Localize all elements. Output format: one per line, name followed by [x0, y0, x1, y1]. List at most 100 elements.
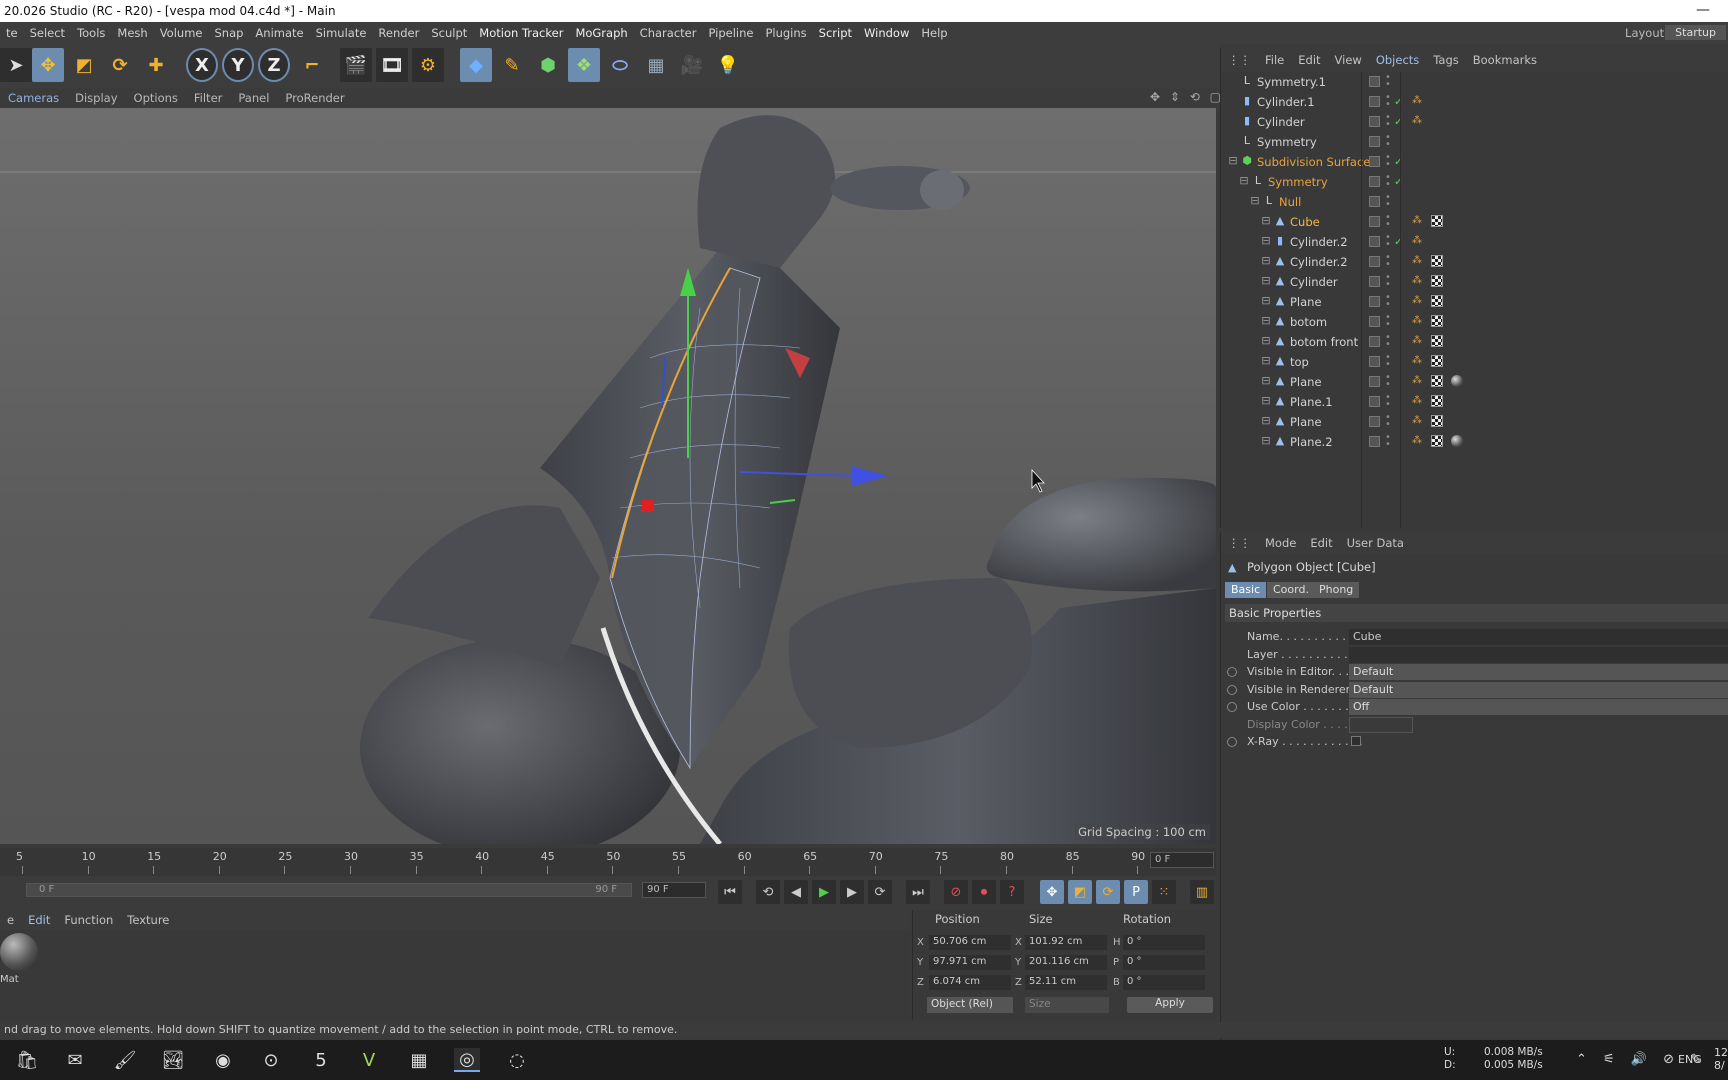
object-row[interactable]: ⊟ ▲ Cylinder.2 • • ⁂: [1221, 252, 1728, 272]
viewport-menu-display[interactable]: Display: [67, 91, 125, 105]
material-menu-0[interactable]: e: [0, 913, 21, 927]
object-row[interactable]: ⊟ ▲ Cylinder • • ⁂: [1221, 272, 1728, 292]
object-row[interactable]: ⊟ ▲ Plane.1 • • ⁂: [1221, 392, 1728, 412]
expand-icon[interactable]: ⊟: [1260, 375, 1272, 387]
minimize-button[interactable]: —: [1696, 2, 1710, 18]
attribute-value[interactable]: Default: [1349, 681, 1728, 698]
visibility-dots[interactable]: • •: [1385, 433, 1391, 450]
object-row[interactable]: ⊟ ▲ top • • ⁂: [1221, 352, 1728, 372]
visibility-dots[interactable]: • •: [1385, 93, 1391, 110]
apply-button[interactable]: Apply: [1127, 997, 1213, 1013]
am-menu-1[interactable]: Edit: [1303, 536, 1339, 550]
array-icon[interactable]: ❖: [568, 48, 600, 82]
menu-item-13[interactable]: Pipeline: [702, 26, 759, 40]
next-key-icon[interactable]: ⟳: [868, 880, 892, 904]
tex-tag-icon[interactable]: [1431, 435, 1443, 447]
previous-frame-icon[interactable]: ◀: [784, 880, 808, 904]
visibility-dots[interactable]: • •: [1385, 413, 1391, 430]
phong-tag-icon[interactable]: ⁂: [1411, 415, 1423, 427]
object-row[interactable]: ⊟ ▲ Plane.2 • • ⁂: [1221, 432, 1728, 452]
five-icon[interactable]: 5: [308, 1048, 334, 1072]
expand-icon[interactable]: ⊟: [1260, 295, 1272, 307]
vegas-icon[interactable]: V: [356, 1048, 382, 1072]
tex-tag-icon[interactable]: [1431, 215, 1443, 227]
attribute-value[interactable]: Default: [1349, 664, 1728, 680]
grip-icon[interactable]: ⋮⋮: [1221, 536, 1258, 550]
position-z-field[interactable]: 6.074 cm: [929, 975, 1011, 990]
phong-tag-icon[interactable]: ⁂: [1411, 95, 1423, 107]
timeline-ruler[interactable]: 5 10 15 20 25 30 35 40 45 50 55 60 65 70 75 80 85 90 0 F: [0, 848, 1216, 876]
rotation-b-field[interactable]: 0 °: [1123, 975, 1205, 990]
animate-radio[interactable]: [1227, 667, 1237, 677]
layer-flag[interactable]: [1369, 376, 1380, 387]
layer-flag[interactable]: [1369, 416, 1380, 427]
viewport-menu-cameras[interactable]: Cameras: [0, 91, 67, 105]
expand-icon[interactable]: ⊟: [1260, 275, 1272, 287]
subdivision-icon[interactable]: ⬢: [532, 48, 564, 82]
menu-item-7[interactable]: Simulate: [310, 26, 373, 40]
object-row[interactable]: ⊟ ▲ botom • • ⁂: [1221, 312, 1728, 332]
layout-dropdown[interactable]: Startup: [1665, 25, 1726, 40]
cinema4d-icon[interactable]: ◎: [454, 1048, 480, 1072]
key-rotation-icon[interactable]: ⟳: [1096, 880, 1120, 904]
size-x-field[interactable]: 101.92 cm: [1025, 935, 1107, 950]
viewport-menu-prorender[interactable]: ProRender: [277, 91, 352, 105]
calculator-icon[interactable]: ▦: [406, 1048, 432, 1072]
y-axis-icon[interactable]: Y: [222, 48, 254, 82]
visibility-dots[interactable]: • •: [1385, 213, 1391, 230]
material-name[interactable]: Mat: [0, 974, 19, 985]
layer-flag[interactable]: [1369, 436, 1380, 447]
material-preview[interactable]: [0, 933, 38, 971]
object-row[interactable]: ⊟ ▲ Cube • • ⁂: [1221, 212, 1728, 232]
visibility-dots[interactable]: • •: [1385, 153, 1391, 170]
move-icon[interactable]: ✥: [32, 48, 64, 82]
key-pla-icon[interactable]: ⁙: [1152, 880, 1176, 904]
z-axis-icon[interactable]: Z: [258, 48, 290, 82]
obs-icon[interactable]: ⊙: [258, 1048, 284, 1072]
am-menu-2[interactable]: User Data: [1340, 536, 1411, 550]
layer-flag[interactable]: [1369, 396, 1380, 407]
phong-tag-icon[interactable]: ⁂: [1411, 435, 1423, 447]
menu-item-3[interactable]: Mesh: [111, 26, 153, 40]
object-row[interactable]: L Symmetry • •: [1221, 132, 1728, 152]
floor-icon[interactable]: ▦: [640, 48, 672, 82]
object-row[interactable]: ⊟ ▲ Plane • • ⁂: [1221, 372, 1728, 392]
material-menu-2[interactable]: Function: [57, 913, 120, 927]
xray-checkbox[interactable]: [1351, 736, 1361, 746]
render-settings-icon[interactable]: ⚙: [412, 48, 444, 82]
layer-flag[interactable]: [1369, 256, 1380, 267]
expand-icon[interactable]: ⊟: [1260, 255, 1272, 267]
layer-flag[interactable]: [1369, 336, 1380, 347]
expand-icon[interactable]: ⊟: [1260, 415, 1272, 427]
light-icon[interactable]: 💡: [712, 48, 744, 82]
rotate-icon[interactable]: ⟳: [104, 48, 136, 82]
menu-item-9[interactable]: Sculpt: [425, 26, 473, 40]
layer-flag[interactable]: [1369, 236, 1380, 247]
tab-coord[interactable]: Coord.: [1267, 582, 1315, 598]
animate-radio[interactable]: [1227, 702, 1237, 712]
menu-item-16[interactable]: Window: [858, 26, 915, 40]
om-menu-bookmarks[interactable]: Bookmarks: [1466, 53, 1544, 67]
pen-icon[interactable]: ✎: [496, 48, 528, 82]
mat-tag-icon[interactable]: [1451, 435, 1463, 447]
position-x-field[interactable]: 50.706 cm: [929, 935, 1011, 950]
visibility-dots[interactable]: • •: [1385, 333, 1391, 350]
phong-tag-icon[interactable]: ⁂: [1411, 335, 1423, 347]
phong-tag-icon[interactable]: ⁂: [1411, 315, 1423, 327]
expand-icon[interactable]: ⊟: [1238, 175, 1250, 187]
tex-tag-icon[interactable]: [1431, 295, 1443, 307]
viewport-menu-panel[interactable]: Panel: [230, 91, 277, 105]
rotation-h-field[interactable]: 0 °: [1123, 935, 1205, 950]
scale-icon[interactable]: ◩: [68, 48, 100, 82]
tex-tag-icon[interactable]: [1431, 335, 1443, 347]
attribute-value[interactable]: Cube: [1349, 629, 1728, 645]
layer-flag[interactable]: [1369, 176, 1380, 187]
menu-item-11[interactable]: MoGraph: [569, 26, 633, 40]
object-row[interactable]: L Symmetry.1 • •: [1221, 72, 1728, 92]
object-row[interactable]: ⊟ L Symmetry • • ✓: [1221, 172, 1728, 192]
tex-tag-icon[interactable]: [1431, 415, 1443, 427]
expand-icon[interactable]: ⊟: [1227, 155, 1239, 167]
size-y-field[interactable]: 201.116 cm: [1025, 955, 1107, 970]
render-picture-viewer-icon[interactable]: 🎞: [376, 48, 408, 82]
layer-flag[interactable]: [1369, 116, 1380, 127]
